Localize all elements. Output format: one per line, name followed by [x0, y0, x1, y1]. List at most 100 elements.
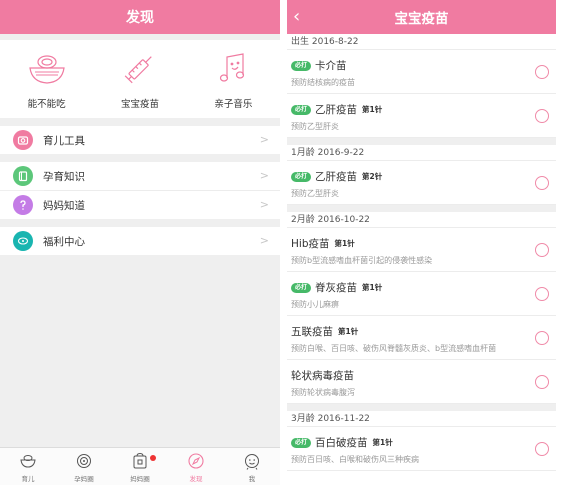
vaccine-desc: 预防白喉、百日咳、破伤风脊髓灰质炎、b型流感嗜血杆菌	[291, 344, 497, 353]
camera-icon	[13, 130, 33, 150]
vaccine-item[interactable]: 必打 百白破疫苗 第1针 预防百日咳、白喉和破伤风三种疾病	[287, 427, 556, 471]
vaccine-item[interactable]: 轮状病毒疫苗 预防轮状病毒腹泻	[287, 360, 556, 404]
welfare-icon	[13, 231, 33, 251]
required-badge: 必打	[291, 282, 312, 293]
tab-label: 育儿	[21, 475, 35, 483]
dose-label: 第1针	[362, 283, 383, 292]
chevron-left-icon[interactable]: ‹	[293, 6, 300, 27]
divider	[287, 138, 556, 145]
vaccine-name: 乙肝疫苗	[315, 171, 358, 183]
bag-tab-icon	[133, 452, 147, 469]
vaccine-desc: 预防轮状病毒腹泻	[291, 388, 355, 397]
compass-tab-icon	[188, 453, 204, 469]
select-radio[interactable]	[535, 375, 549, 389]
vaccine-name: Hib疫苗	[291, 238, 330, 250]
divider	[287, 205, 556, 212]
required-badge: 必打	[291, 171, 312, 182]
row-label: 育儿工具	[43, 134, 85, 147]
dose-label: 第1针	[338, 327, 359, 336]
notification-dot	[150, 455, 156, 461]
vaccine-item[interactable]: 必打 乙肝疫苗 第1针 预防乙型肝炎	[287, 94, 556, 138]
syringe-icon	[124, 56, 152, 84]
tab-label: 妈妈圈	[130, 475, 150, 483]
vaccine-desc: 预防乙型肝炎	[291, 122, 339, 131]
quick-item-label: 能不能吃	[27, 99, 66, 110]
dose-label: 第2针	[362, 172, 383, 181]
face-tab-icon	[245, 454, 259, 470]
vaccine-name: 脊灰疫苗	[315, 282, 358, 294]
music-note-icon	[220, 53, 245, 82]
chevron-right-icon: >	[259, 133, 269, 146]
book-icon	[13, 166, 33, 186]
bowl-icon	[28, 55, 65, 84]
quick-item-music[interactable]: 亲子音乐	[187, 40, 280, 118]
tab-label: 我	[248, 475, 256, 483]
age-group-header: 2月龄 2016-10-22	[287, 212, 556, 228]
select-radio[interactable]	[535, 287, 549, 301]
chevron-right-icon: >	[259, 234, 269, 247]
vaccine-name: 轮状病毒疫苗	[291, 370, 354, 382]
select-radio[interactable]	[535, 65, 549, 79]
divider	[0, 154, 280, 162]
row-mom-knows[interactable]: 妈妈知道 >	[0, 191, 280, 219]
tab-label: 孕妈圈	[74, 475, 94, 483]
age-group-header: 出生 2016-8-22	[287, 34, 556, 50]
tab-me[interactable]: 我	[224, 448, 280, 485]
row-pregnancy-knowledge[interactable]: 孕育知识 >	[0, 162, 280, 190]
vaccine-item[interactable]: 必打 卡介苗 预防结核病的疫苗	[287, 50, 556, 94]
row-welfare-center[interactable]: 福利中心 >	[0, 227, 280, 255]
vaccine-item[interactable]: Hib疫苗 第1针 预防b型流感嗜血杆菌引起的侵袭性感染	[287, 228, 556, 272]
tab-parenting[interactable]: 育儿	[0, 448, 56, 485]
vaccine-name: 百白破疫苗	[315, 437, 368, 449]
row-parenting-tools[interactable]: 育儿工具 >	[0, 126, 280, 154]
select-radio[interactable]	[535, 176, 549, 190]
vaccine-name: 五联疫苗	[291, 326, 333, 338]
vaccine-desc: 预防小儿麻痹	[291, 300, 339, 309]
select-radio[interactable]	[535, 109, 549, 123]
divider	[0, 219, 280, 227]
quick-item-can-eat[interactable]: 能不能吃	[0, 40, 93, 118]
vaccine-name: 乙肝疫苗	[315, 104, 358, 116]
quick-item-vaccine[interactable]: 宝宝疫苗	[93, 40, 186, 118]
select-radio[interactable]	[535, 331, 549, 345]
quick-item-label: 亲子音乐	[214, 99, 253, 110]
bowl-tab-icon	[20, 455, 36, 468]
discover-nav-bar: 发现	[0, 0, 280, 34]
age-group-header: 1月龄 2016-9-22	[287, 145, 556, 161]
age-group-header: 3月龄 2016-11-22	[287, 411, 556, 427]
divider	[0, 118, 280, 126]
required-badge: 必打	[291, 60, 312, 71]
vaccine-item[interactable]: 必打 乙肝疫苗 第2针 预防乙型肝炎	[287, 161, 556, 205]
vaccine-desc: 预防乙型肝炎	[291, 189, 339, 198]
vaccine-desc: 预防b型流感嗜血杆菌引起的侵袭性感染	[291, 256, 433, 265]
vaccine-item[interactable]: 五联疫苗 第1针 预防白喉、百日咳、破伤风脊髓灰质炎、b型流感嗜血杆菌	[287, 316, 556, 360]
required-badge: 必打	[291, 437, 312, 448]
row-label: 妈妈知道	[43, 199, 85, 212]
tab-label: 发现	[189, 475, 203, 483]
vaccine-screen: ‹ 宝宝疫苗 出生 2016-8-22 必打 卡介苗 预防结核病的疫苗 必打 乙肝疫…	[287, 0, 556, 485]
vaccine-item[interactable]: 必打 脊灰疫苗 第1针 预防小儿麻痹	[287, 272, 556, 316]
quick-access-grid: 能不能吃 宝宝疫苗 亲子音乐	[0, 40, 280, 118]
question-icon	[13, 195, 33, 215]
chevron-right-icon: >	[259, 198, 269, 211]
select-radio[interactable]	[535, 243, 549, 257]
required-badge: 必打	[291, 104, 312, 115]
divider	[287, 404, 556, 411]
tab-bar: 育儿 孕妈圈 妈妈圈 发现 我	[0, 447, 280, 485]
chevron-right-icon: >	[259, 169, 269, 182]
vaccine-desc: 预防百日咳、白喉和破伤风三种疾病	[291, 455, 419, 464]
tab-pregnancy-circle[interactable]: 孕妈圈	[56, 448, 112, 485]
vaccine-nav-bar: ‹ 宝宝疫苗	[287, 0, 556, 34]
vaccine-name: 卡介苗	[315, 60, 347, 72]
page-title: 发现	[126, 10, 154, 26]
dose-label: 第1针	[362, 105, 383, 114]
select-radio[interactable]	[535, 442, 549, 456]
tab-mom-circle[interactable]: 妈妈圈	[112, 448, 168, 485]
quick-item-label: 宝宝疫苗	[120, 99, 159, 110]
tab-discover[interactable]: 发现	[168, 448, 224, 485]
page-title: 宝宝疫苗	[394, 11, 449, 27]
discover-screen: 发现 能不能吃 宝宝疫苗 亲子音乐 育儿工具 > 孕育知识 > 妈妈知道 > 福…	[0, 0, 280, 485]
row-label: 孕育知识	[43, 170, 85, 183]
vaccine-desc: 预防结核病的疫苗	[291, 78, 355, 87]
row-label: 福利中心	[43, 235, 85, 248]
